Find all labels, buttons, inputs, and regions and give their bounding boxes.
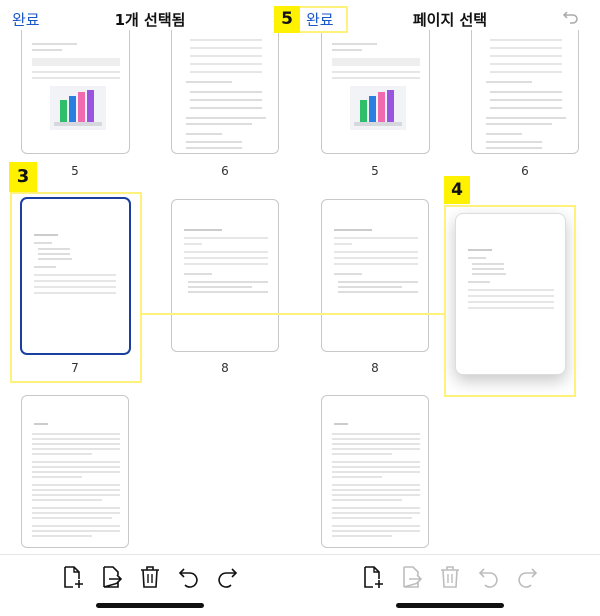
add-page-icon[interactable] bbox=[362, 565, 384, 589]
highlight-box-page-7 bbox=[10, 192, 142, 383]
export-icon[interactable] bbox=[101, 565, 123, 589]
export-icon[interactable] bbox=[401, 565, 423, 589]
undo-icon[interactable] bbox=[178, 565, 200, 589]
highlight-box-dragged-page bbox=[444, 205, 576, 397]
undo-icon[interactable] bbox=[478, 565, 500, 589]
page-number-8: 8 bbox=[221, 361, 229, 375]
page-thumbnail-6[interactable] bbox=[171, 30, 279, 154]
callout-3: 3 bbox=[9, 162, 37, 192]
page-thumbnail-9[interactable] bbox=[21, 395, 129, 548]
page-number-6: 6 bbox=[521, 164, 529, 178]
callout-5: 5 bbox=[274, 6, 300, 33]
page-thumbnail-9[interactable] bbox=[321, 395, 429, 548]
undo-icon[interactable] bbox=[562, 10, 580, 26]
page-number-6: 6 bbox=[221, 164, 229, 178]
page-number-5: 5 bbox=[371, 164, 379, 178]
selection-title: 1개 선택됨 bbox=[114, 11, 186, 29]
done-button-highlighted[interactable]: 완료 bbox=[306, 9, 334, 30]
home-indicator bbox=[396, 603, 504, 608]
home-indicator bbox=[96, 603, 204, 608]
page-number-5: 5 bbox=[71, 164, 79, 178]
add-page-icon[interactable] bbox=[62, 565, 84, 589]
trash-icon[interactable] bbox=[139, 565, 161, 589]
page-thumbnail-6[interactable] bbox=[471, 30, 579, 154]
connector-line bbox=[142, 313, 444, 315]
callout-4: 4 bbox=[444, 176, 470, 204]
page-thumbnail-8[interactable] bbox=[321, 199, 429, 352]
page-thumbnail-8[interactable] bbox=[171, 199, 279, 352]
trash-icon[interactable] bbox=[439, 565, 461, 589]
redo-icon[interactable] bbox=[216, 565, 238, 589]
page-thumbnail-5[interactable] bbox=[21, 30, 130, 154]
redo-icon[interactable] bbox=[516, 565, 538, 589]
page-number-8: 8 bbox=[371, 361, 379, 375]
page-thumbnail-5[interactable] bbox=[321, 30, 430, 154]
